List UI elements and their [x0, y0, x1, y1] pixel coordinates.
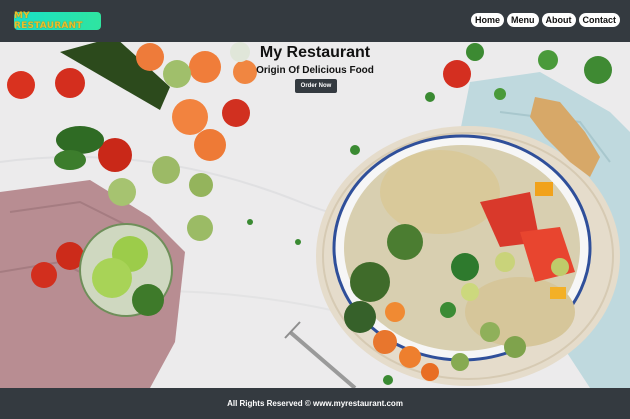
nav-about-button[interactable]: About [541, 13, 576, 27]
nav-menu-button[interactable]: Menu [507, 13, 539, 27]
order-now-button[interactable]: Order Now [295, 79, 337, 93]
hero-subtitle: Origin Of Delicious Food [256, 65, 374, 76]
hero-title: My Restaurant [259, 44, 371, 61]
nav-contact-button[interactable]: Contact [578, 13, 620, 27]
footer-text: All Rights Reserved © www.myrestaurant.c… [227, 399, 403, 408]
hero-section: My Restaurant Origin Of Delicious Food O… [0, 42, 630, 388]
nav-home-button[interactable]: Home [470, 13, 504, 27]
logo-text: MY RESTAURANT [14, 11, 83, 31]
nav-menu: Home Menu About Contact [470, 13, 620, 27]
page: MY RESTAURANT Home Menu About Contact My… [0, 0, 630, 419]
hero-food-image [0, 42, 630, 388]
logo[interactable]: MY RESTAURANT [14, 11, 101, 31]
footer: All Rights Reserved © www.myrestaurant.c… [0, 388, 630, 419]
navbar: MY RESTAURANT Home Menu About Contact [0, 0, 630, 42]
